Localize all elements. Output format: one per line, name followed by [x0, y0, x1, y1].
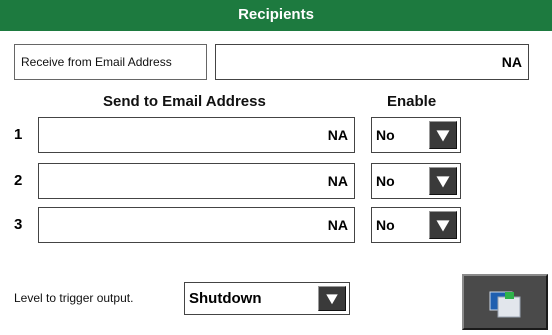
send-to-email-field-2[interactable]: NA: [38, 163, 355, 199]
enable-select-2[interactable]: No: [371, 163, 461, 199]
row-number-1: 1: [14, 126, 23, 143]
enable-select-1[interactable]: No: [371, 117, 461, 153]
send-to-header: Send to Email Address: [103, 93, 266, 110]
trigger-level-value: Shutdown: [189, 290, 262, 307]
trigger-level-select[interactable]: Shutdown: [184, 282, 350, 315]
triangle-down-icon[interactable]: [318, 286, 346, 311]
page-title: Recipients: [0, 0, 552, 31]
receive-from-email-field[interactable]: NA: [215, 44, 529, 80]
row-number-2: 2: [14, 172, 23, 189]
triangle-down-icon[interactable]: [429, 211, 457, 239]
enable-value-1: No: [376, 127, 395, 143]
triangle-down-icon[interactable]: [429, 121, 457, 149]
enable-value-2: No: [376, 173, 395, 189]
screens-icon: [489, 291, 521, 318]
enable-select-3[interactable]: No: [371, 207, 461, 243]
send-to-email-field-1[interactable]: NA: [38, 117, 355, 153]
triangle-down-icon[interactable]: [429, 167, 457, 195]
enable-header: Enable: [387, 93, 437, 110]
receive-from-label: Receive from Email Address: [14, 44, 207, 80]
enable-value-3: No: [376, 217, 395, 233]
row-number-3: 3: [14, 216, 23, 233]
screens-button[interactable]: [462, 274, 548, 330]
send-to-email-field-3[interactable]: NA: [38, 207, 355, 243]
trigger-level-label: Level to trigger output.: [14, 291, 134, 305]
